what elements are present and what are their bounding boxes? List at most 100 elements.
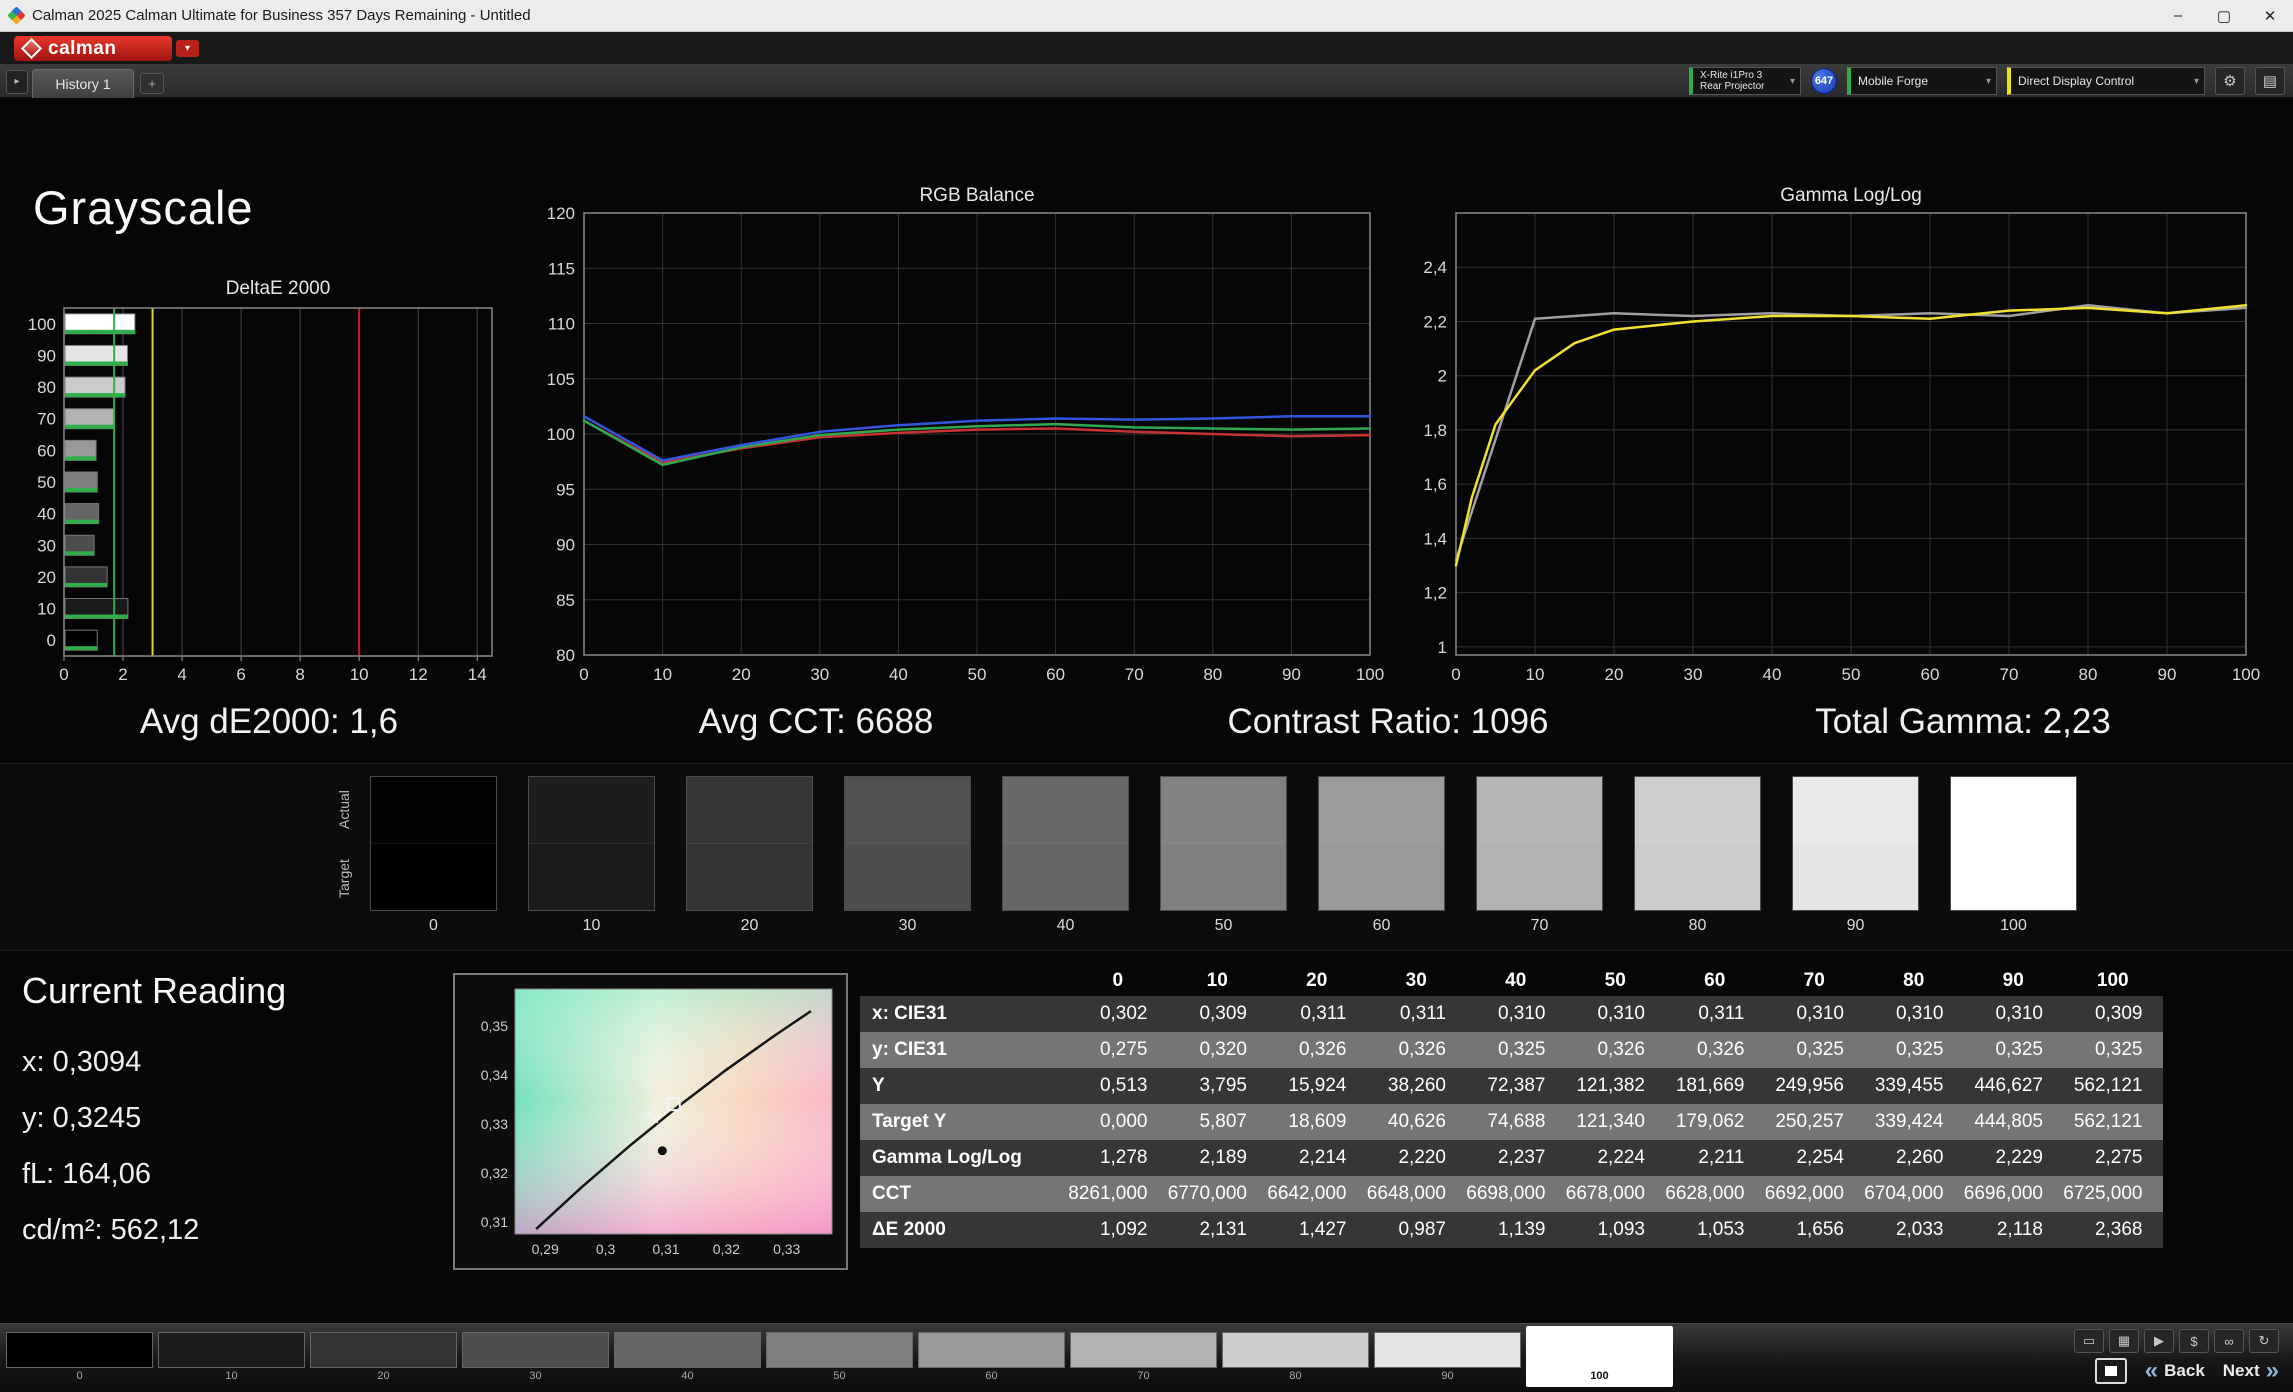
pattern-swatch <box>1526 1330 1673 1368</box>
pattern-level-button-60[interactable]: 60 <box>918 1332 1065 1382</box>
patch-target <box>371 843 496 910</box>
table-cell: 339,424 <box>1864 1104 1964 1140</box>
table-cell: 2,237 <box>1466 1140 1566 1176</box>
table-cell: 0,325 <box>1864 1032 1964 1068</box>
table-cell: 339,455 <box>1864 1068 1964 1104</box>
table-cell: 0,987 <box>1366 1212 1466 1248</box>
table-cell: 446,627 <box>1963 1068 2063 1104</box>
table-cell: 6698,000 <box>1466 1176 1566 1212</box>
table-cell: 8261,000 <box>1068 1176 1168 1212</box>
pattern-window-button[interactable] <box>2094 1358 2127 1384</box>
grayscale-patch-0: 0 <box>370 776 497 935</box>
table-cell: 15,924 <box>1267 1068 1367 1104</box>
window-icon <box>2104 1366 2117 1376</box>
svg-text:90: 90 <box>1282 665 1301 684</box>
pattern-level-button-80[interactable]: 80 <box>1222 1332 1369 1382</box>
svg-text:0,35: 0,35 <box>481 1018 508 1034</box>
grayscale-patch-100: 100 <box>1950 776 2077 935</box>
back-label: Back <box>2164 1361 2205 1380</box>
add-tab-button[interactable]: + <box>140 73 164 94</box>
display-button[interactable]: ▭ <box>2074 1329 2104 1353</box>
minimize-button[interactable]: – <box>2155 0 2201 31</box>
patch-actual <box>371 777 496 844</box>
collapse-tabs-button[interactable]: ▸ <box>6 70 28 94</box>
pattern-level-button-10[interactable]: 10 <box>158 1332 305 1382</box>
patch-target <box>1635 843 1760 910</box>
pattern-level-label: 20 <box>377 1370 390 1382</box>
display-control-dropdown[interactable]: Direct Display Control ▾ <box>2007 67 2205 95</box>
back-button[interactable]: « Back <box>2145 1359 2205 1383</box>
svg-text:1,2: 1,2 <box>1423 584 1447 603</box>
pattern-level-button-50[interactable]: 50 <box>766 1332 913 1382</box>
pattern-level-button-100[interactable]: 100 <box>1526 1326 1673 1387</box>
close-button[interactable]: ✕ <box>2247 0 2293 31</box>
patch-target <box>1477 843 1602 910</box>
source-dropdown[interactable]: Mobile Forge ▾ <box>1847 67 1997 95</box>
patch-swatch <box>1160 776 1287 911</box>
pattern-level-button-40[interactable]: 40 <box>614 1332 761 1382</box>
table-cell: 2,033 <box>1864 1212 1964 1248</box>
table-row-label: Gamma Log/Log <box>860 1140 1068 1176</box>
svg-text:10: 10 <box>350 665 369 684</box>
patch-actual <box>1477 777 1602 844</box>
table-header-0: 0 <box>1112 970 1124 991</box>
svg-text:30: 30 <box>1684 665 1703 684</box>
table-cell: 1,278 <box>1068 1140 1168 1176</box>
table-cell: 0,000 <box>1068 1104 1168 1140</box>
maximize-button[interactable]: ▢ <box>2201 0 2247 31</box>
svg-text:80: 80 <box>1203 665 1222 684</box>
meter-dropdown[interactable]: X-Rite i1Pro 3 Rear Projector ▾ <box>1689 67 1801 95</box>
patch-level-label: 90 <box>1846 917 1865 934</box>
pattern-level-button-90[interactable]: 90 <box>1374 1332 1521 1382</box>
pattern-level-button-20[interactable]: 20 <box>310 1332 457 1382</box>
source-label: Mobile Forge <box>1858 74 1929 88</box>
current-reading-title: Current Reading <box>22 970 287 1011</box>
svg-text:✎: ✎ <box>645 1109 660 1129</box>
patch-target <box>1951 843 2076 910</box>
table-cell: 6725,000 <box>2063 1176 2163 1212</box>
calman-logo[interactable]: calman <box>14 36 172 61</box>
table-cell: 0,310 <box>1466 996 1566 1032</box>
patch-actual <box>845 777 970 844</box>
patch-swatch <box>1002 776 1129 911</box>
pattern-level-button-70[interactable]: 70 <box>1070 1332 1217 1382</box>
pattern-level-label: 0 <box>76 1370 83 1382</box>
svg-text:0,34: 0,34 <box>481 1067 508 1083</box>
svg-text:10: 10 <box>653 665 672 684</box>
gamma-chart: 1 1,2 1,4 1,6 1,8 2 2,2 2,4 0 10 20 30 40 50 60 70 80 90 1… <box>1423 185 2260 684</box>
settings-button[interactable]: ⚙ <box>2215 67 2245 95</box>
play-button[interactable]: ▶ <box>2144 1329 2174 1353</box>
grayscale-patch-50: 50 <box>1160 776 1287 935</box>
svg-text:40: 40 <box>889 665 908 684</box>
table-cell: 2,118 <box>1963 1212 2063 1248</box>
svg-text:2,4: 2,4 <box>1423 258 1447 277</box>
pattern-swatch <box>158 1332 305 1368</box>
sync-button[interactable]: ↻ <box>2249 1329 2279 1353</box>
logo-menu-button[interactable]: ▾ <box>176 40 199 57</box>
table-cell: 0,326 <box>1565 1032 1665 1068</box>
table-cell: 1,053 <box>1665 1212 1765 1248</box>
svg-text:RGB Balance: RGB Balance <box>919 185 1034 206</box>
table-header-90: 90 <box>2002 970 2024 991</box>
reading-cdm2: cd/m²: 562,12 <box>22 1214 200 1246</box>
svg-text:DeltaE 2000: DeltaE 2000 <box>226 278 331 299</box>
table-cell: 6628,000 <box>1665 1176 1765 1212</box>
license-button[interactable]: $ <box>2179 1329 2209 1353</box>
layout-panel-button[interactable]: ▤ <box>2255 67 2285 95</box>
pattern-level-button-0[interactable]: 0 <box>6 1332 153 1382</box>
stat-avg-cct: Avg CCT: 6688 <box>698 702 934 741</box>
next-button[interactable]: Next » <box>2223 1359 2279 1383</box>
table-cell: 2,214 <box>1267 1140 1367 1176</box>
pattern-swatch <box>1374 1332 1521 1368</box>
svg-text:8: 8 <box>295 665 304 684</box>
table-cell: 1,093 <box>1565 1212 1665 1248</box>
svg-text:10: 10 <box>1526 665 1545 684</box>
table-cell: 0,310 <box>1864 996 1964 1032</box>
pattern-grid-button[interactable]: ▦ <box>2109 1329 2139 1353</box>
pattern-level-button-30[interactable]: 30 <box>462 1332 609 1382</box>
svg-text:85: 85 <box>556 591 575 610</box>
svg-text:100: 100 <box>2232 665 2260 684</box>
link-button[interactable]: ∞ <box>2214 1329 2244 1353</box>
table-cell: 2,229 <box>1963 1140 2063 1176</box>
tab-history-1[interactable]: History 1 <box>32 69 134 98</box>
